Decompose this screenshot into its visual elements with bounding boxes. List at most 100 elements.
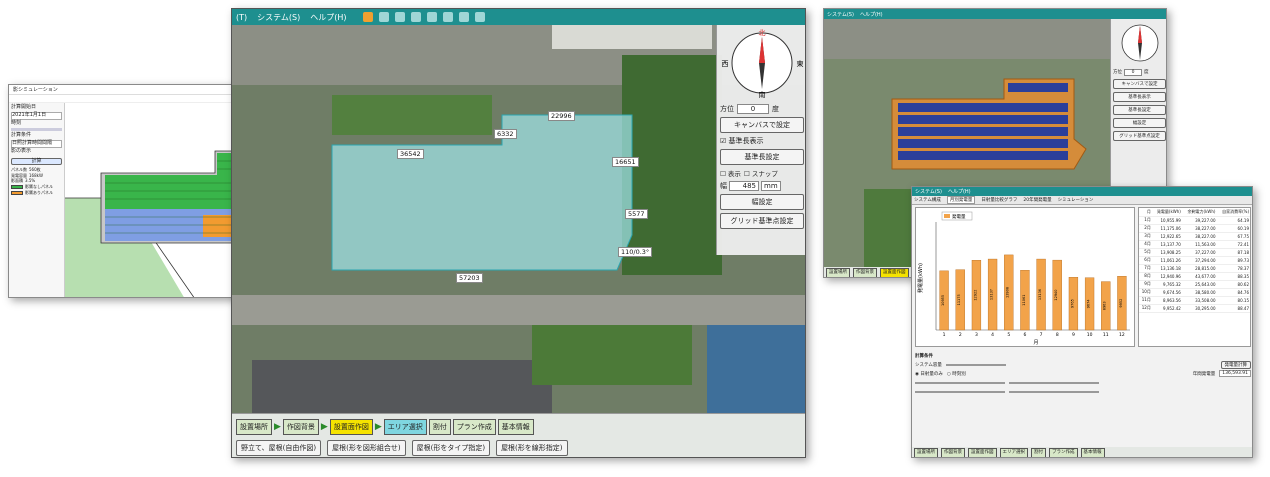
compass-south: 南	[759, 90, 766, 98]
table-cell: 12月	[1139, 304, 1152, 313]
step-location[interactable]: 設置場所	[236, 419, 272, 435]
radio-daily[interactable]: ◉ 日射量のみ	[915, 371, 943, 377]
canvas-set-button[interactable]: キャンバスで設定	[720, 117, 804, 133]
step-layout[interactable]: 割付	[428, 419, 451, 435]
table-cell: 2月	[1139, 224, 1152, 233]
tool-shape-combine[interactable]: 屋根(形を図形組合せ)	[327, 440, 406, 456]
step-surface[interactable]: 設置面作図	[968, 448, 997, 457]
bar-value-label: 12940	[1054, 289, 1058, 300]
capacity-label: システム容量	[915, 362, 942, 368]
bar-value-label: 13136	[1038, 289, 1042, 300]
menu-help[interactable]: ヘルプ(H)	[948, 188, 971, 195]
input-field[interactable]	[1009, 390, 1099, 393]
table-cell: 67.75	[1216, 232, 1250, 241]
chart-legend-swatch	[944, 214, 950, 218]
step-plan[interactable]: プラン作成	[1049, 448, 1078, 457]
baseline-set-button[interactable]: 基準長設定	[720, 149, 804, 165]
width-unit-select[interactable]: mm	[761, 181, 781, 191]
menu-system[interactable]: システム(S)	[257, 12, 300, 23]
workflow-bar: 設置場所 ▶ 作図背景 ▶ 設置面作図 ▶ エリア選択 割付 プラン作成 基本情…	[232, 413, 805, 457]
step-area[interactable]: エリア選択	[999, 448, 1028, 457]
step-layout[interactable]: 割付	[1031, 448, 1046, 457]
x-tick-label: 3	[975, 332, 978, 338]
step-background[interactable]: 作図背景	[853, 268, 877, 277]
bar-value-label: 10955	[941, 295, 945, 306]
width-apply-button[interactable]: 幅設定	[1113, 118, 1166, 128]
table-cell: 30,295.00	[1181, 304, 1217, 313]
step-surface[interactable]: 設置面作図	[329, 419, 373, 435]
width-apply-button[interactable]: 幅設定	[720, 194, 804, 210]
menu-help[interactable]: ヘルプ(H)	[310, 12, 346, 23]
sim-info: パネル数 560枚 発電容量 168kW 影面積 3.5%	[11, 168, 62, 184]
table-cell: 8,963.56	[1151, 296, 1182, 305]
width-input[interactable]: 485	[729, 181, 759, 191]
sim-time-slider[interactable]	[11, 128, 62, 132]
grid-checkbox[interactable]: ☐ 表示	[720, 168, 741, 178]
step-area[interactable]: エリア選択	[383, 419, 427, 435]
sim-label-start-date: 計算開始日	[11, 104, 37, 110]
azimuth-input[interactable]: 0	[737, 104, 769, 114]
step-basic-info[interactable]: 基本情報	[497, 419, 534, 435]
zoom-in-icon[interactable]	[426, 12, 437, 22]
step-surface[interactable]: 設置面作図	[880, 268, 909, 277]
panel-row	[898, 151, 1068, 160]
table-row: 12月 9,952.42 30,295.00 88.47	[1139, 304, 1250, 313]
sim-date-field[interactable]: 2021年1月1日	[11, 111, 62, 120]
step-background[interactable]: 作図背景	[282, 419, 319, 435]
radio-hourly[interactable]: ○ 時刻別	[947, 371, 966, 377]
menu-system[interactable]: システム(S)	[915, 188, 942, 195]
azimuth-input[interactable]: 0	[1124, 69, 1142, 76]
tool-type-select[interactable]: 屋根(形をタイプ指定)	[411, 440, 491, 456]
snap-checkbox[interactable]: ☐ スナップ	[744, 168, 778, 178]
tab-simulation[interactable]: シミュレーション	[1058, 197, 1094, 203]
sim-calc-button[interactable]: 計算	[11, 157, 62, 166]
baseline-set-button[interactable]: 基準長設定	[1113, 105, 1166, 115]
table-row: 9月 9,765.32 25,643.00 80.62	[1139, 280, 1250, 289]
orientation-panel: 北 南 東 西 方位 0 度 キャンバスで設定 ☑ 基準長表示 基準長設定 ☐ …	[716, 25, 805, 255]
tool-free-draw[interactable]: 野立て、屋根(自由作図)	[236, 440, 322, 456]
input-field[interactable]	[915, 390, 1005, 393]
input-field[interactable]	[915, 381, 1005, 384]
pen-icon[interactable]	[362, 12, 373, 22]
tab-monthly[interactable]: 月別発電量	[946, 196, 976, 204]
step-background[interactable]: 作図背景	[941, 448, 965, 457]
capacity-field[interactable]	[945, 363, 1006, 366]
width-label: 幅	[720, 182, 727, 190]
calc-button[interactable]: 発電量計算	[1220, 360, 1251, 369]
rbot-tabs: システム構成 月別発電量 日射量比較グラフ 20年間発電量 シミュレーション	[912, 196, 1252, 205]
menu-system[interactable]: システム(S)	[827, 11, 854, 18]
undo-icon[interactable]	[394, 12, 405, 22]
table-cell: 12,922.65	[1151, 232, 1182, 241]
bar-value-label: 11061	[1022, 295, 1026, 306]
menu-help[interactable]: ヘルプ(H)	[860, 11, 883, 18]
baseline-checkbox[interactable]: ☑ 基準長表示	[720, 136, 804, 146]
step-location[interactable]: 設置場所	[914, 448, 938, 457]
redo-icon[interactable]	[410, 12, 421, 22]
tab-irradiance[interactable]: 日射量比較グラフ	[981, 197, 1017, 203]
baseline-checkbox[interactable]: 基準長表示	[1113, 92, 1166, 102]
grid-origin-button[interactable]: グリッド基準点設定	[720, 213, 804, 229]
table-cell: 8月	[1139, 272, 1152, 281]
tab-20year[interactable]: 20年間発電量	[1023, 197, 1051, 203]
select-icon[interactable]	[378, 12, 389, 22]
sim-interval-select[interactable]: 日照計算時間間隔	[11, 140, 62, 148]
step-location[interactable]: 設置場所	[826, 268, 850, 277]
table-cell: 13,908.25	[1151, 248, 1182, 257]
tool-line-shape[interactable]: 屋根(形を線形指定)	[496, 440, 568, 456]
panel-row	[898, 139, 1068, 148]
aerial-photo[interactable]: 22996 6332 36542 16651 5577 110/0.3° 572…	[232, 25, 805, 413]
menu-tool[interactable]: (T)	[236, 13, 247, 22]
step-plan[interactable]: プラン作成	[452, 419, 496, 435]
legend-unaffected: 影響なしパネル	[11, 184, 62, 190]
zoom-out-icon[interactable]	[442, 12, 453, 22]
blank-row	[915, 378, 1251, 387]
camera-icon[interactable]	[458, 12, 469, 22]
folder-icon[interactable]	[474, 12, 485, 22]
input-field[interactable]	[1009, 381, 1099, 384]
legend-swatch-green	[11, 185, 23, 190]
tab-system[interactable]: システム構成	[914, 197, 941, 203]
sim-shadow-toggle[interactable]: 影の表示	[11, 148, 62, 155]
grid-origin-button[interactable]: グリッド基準点設定	[1113, 131, 1166, 141]
step-basic-info[interactable]: 基本情報	[1080, 448, 1105, 457]
canvas-set-button[interactable]: キャンバスで設定	[1113, 79, 1166, 89]
